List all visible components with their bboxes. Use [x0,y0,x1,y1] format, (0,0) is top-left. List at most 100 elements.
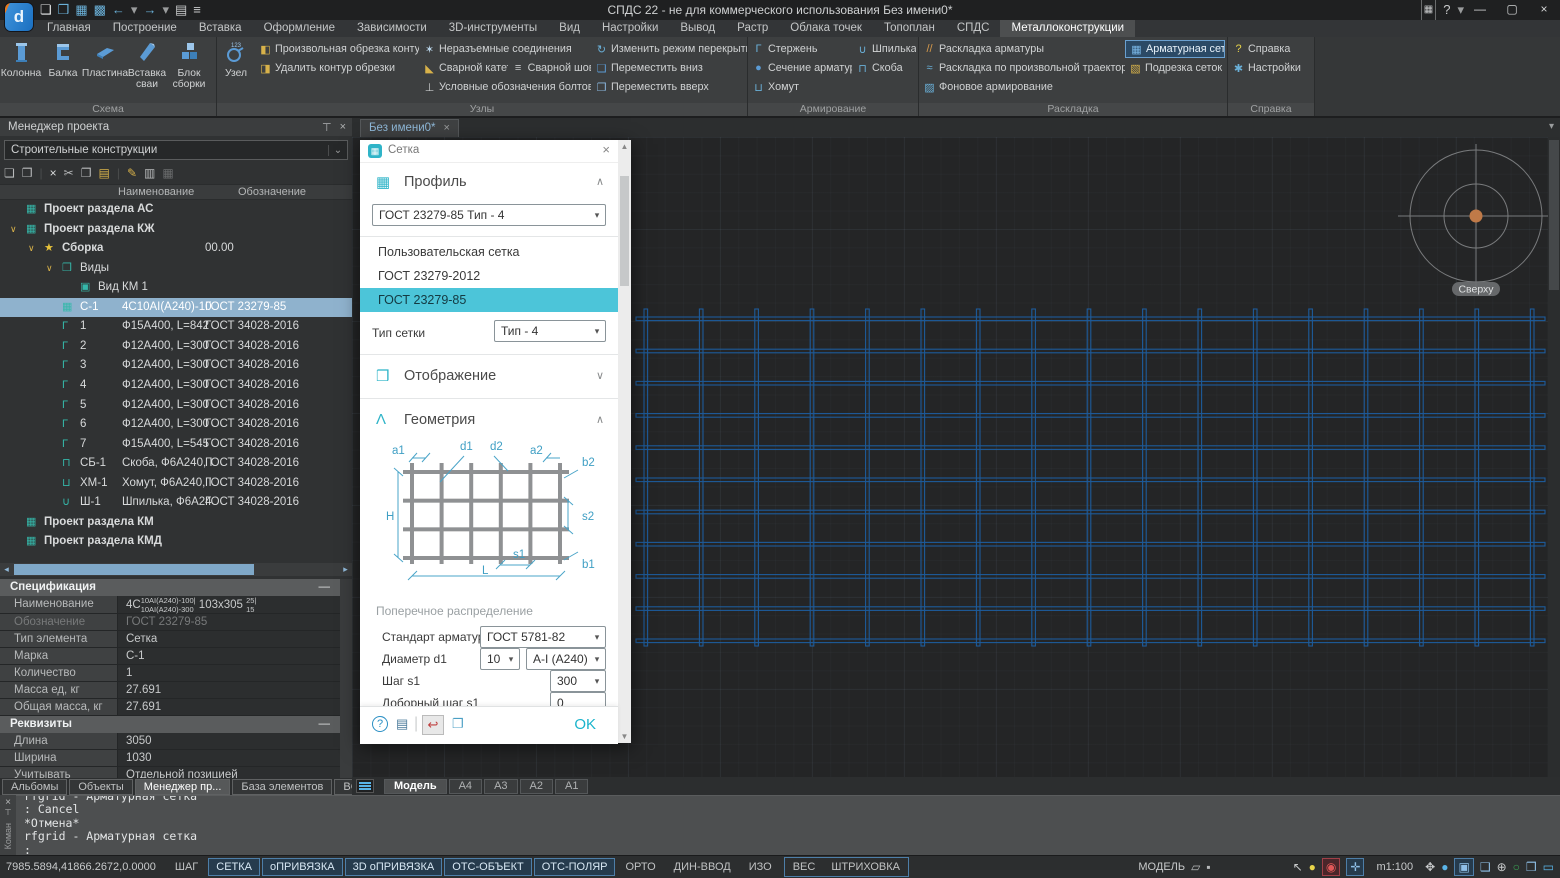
tree-row[interactable]: ▦ С-1 4С10АI(А240)-10 ГОСТ 23279-85 [0,297,352,318]
ribbon-item-Раскладка арматуры[interactable]: //Раскладка арматуры [919,40,1047,58]
zoom-window-icon[interactable]: ▣ [1454,858,1474,876]
close-button[interactable]: × [1528,0,1560,20]
model-tab-А4[interactable]: А4 [448,778,483,794]
tree-row[interactable]: ▦ Проект раздела АС [0,200,352,220]
chevron-expanded-icon[interactable]: ∨ [46,259,53,279]
chevron-down-icon[interactable]: ⌄ [328,144,347,156]
ribbon-item-Настройки[interactable]: ✱ Настройки [1228,59,1304,77]
ribbon-tab-Растр[interactable]: Растр [726,20,779,37]
model-tab-Модель[interactable]: Модель [384,778,447,794]
ribbon-tab-Зависимости[interactable]: Зависимости [346,20,438,37]
workspace-icon[interactable]: ▱ [1191,859,1200,875]
big-button-Пластина[interactable]: Пластина [82,37,128,101]
ribbon-tab-Вид[interactable]: Вид [548,20,591,37]
chevron-down-icon[interactable]: ▾ [503,654,519,665]
rebar-standard-combo[interactable]: ГОСТ 5781-82 ▾ [480,626,606,648]
ribbon-tab-СПДС[interactable]: СПДС [946,20,1001,37]
section-geometry[interactable]: Λ Геометрия ∧ [360,406,618,436]
tree-row[interactable]: ∨ ❒ Виды [0,259,352,279]
cut-icon[interactable]: ✂ [64,166,74,180]
panel-tab-Альбомы[interactable]: Альбомы [2,779,68,795]
ok-button[interactable]: OK [574,716,596,733]
command-line[interactable]: rfgrid - Арматурная сетка: Cancel *Отмена… [0,795,1560,856]
status-toggle-оПРИВЯЗКА[interactable]: оПРИВЯЗКА [262,858,343,876]
big-button-Вставка сваи[interactable]: Вставка сваи [126,37,168,101]
column-name[interactable]: Наименование [118,186,194,198]
ribbon-tab-Облака точек[interactable]: Облака точек [779,20,873,37]
dialog-close-icon[interactable]: × [602,142,610,157]
panel-tab-BCF[interactable]: BCF [334,779,352,795]
spec-value[interactable]: 4С10АI(А240)-100| 10АI(А240)-300 103х305 … [118,596,352,614]
copy-params-icon[interactable]: ❐ [452,716,464,732]
ribbon-item-Произвольная обрезка контура[interactable]: ◧ Произвольная обрезка контура [255,40,419,58]
profile-option-ГОСТ 23279-85[interactable]: ГОСТ 23279-85 [360,288,618,312]
canvas-scrollbar-thumb[interactable] [1549,140,1559,290]
chevron-expanded-icon[interactable]: ∨ [10,220,17,240]
spec-section-header[interactable]: Реквизиты — [0,716,352,733]
mesh-type-combo[interactable]: Тип - 4 ▾ [494,320,606,342]
profile-standard-combo[interactable]: ГОСТ 23279-85 Тип - 4 ▾ [372,204,606,226]
chevron-down-icon[interactable]: ∨ [596,369,604,382]
snap-marker-icon[interactable]: ◉ [1321,858,1341,876]
tree-row[interactable]: Γ 3 Ф12А400, L=300 ГОСТ 34028-2016 [0,356,352,376]
ribbon-item-Переместить вниз[interactable]: ❏ Переместить вниз [591,59,706,77]
ribbon-tab-Оформление[interactable]: Оформление [253,20,346,37]
chevron-expanded-icon[interactable]: ∨ [28,239,35,259]
status-toggle-ОТС-ПОЛЯР[interactable]: ОТС-ПОЛЯР [533,858,616,876]
scrollbar-thumb[interactable] [14,564,254,575]
tree-row[interactable]: Γ 2 Ф12А400, L=300 ГОСТ 34028-2016 [0,337,352,357]
spec-value[interactable]: 27.691 [118,699,352,715]
scroll-up-icon[interactable]: ▲ [618,142,631,151]
sheets-icon[interactable]: ❒ [1526,859,1537,875]
ribbon-item-Сварной шов[interactable]: ≡ Сварной шов [508,59,591,77]
section-profile[interactable]: ▦ Профиль ∧ [360,168,618,198]
tab-list-chevron-icon[interactable]: ▾ [1549,121,1554,132]
model-tab-А1[interactable]: А1 [555,778,589,794]
tree-row[interactable]: Γ 7 Ф15А400, L=545 ГОСТ 34028-2016 [0,435,352,455]
tree-row[interactable]: Γ 1 Ф15А400, L=842 ГОСТ 34028-2016 [0,317,352,337]
zoom-realtime-icon[interactable]: ● [1441,859,1448,875]
paste-icon[interactable]: ▤ [99,166,110,180]
maximize-button[interactable]: ▢ [1496,0,1528,20]
column-designation[interactable]: Обозначение [238,186,306,198]
diameter-combo[interactable]: 10 ▾ [480,648,520,670]
copy-icon[interactable]: ❐ [81,166,92,180]
ribbon-tab-Топоплан[interactable]: Топоплан [873,20,946,37]
lamp-icon[interactable]: ● [1309,859,1316,875]
collapse-icon[interactable]: — [319,579,331,596]
status-toggle-ОТС-ОБЪЕКТ[interactable]: ОТС-ОБЪЕКТ [444,858,532,876]
spec-value[interactable]: 1 [118,665,352,681]
status-toggle-ОРТО[interactable]: ОРТО [617,858,663,876]
ribbon-tab-3D-инструменты[interactable]: 3D-инструменты [438,20,548,37]
insert-to-spec-icon[interactable]: ↩ [422,715,444,735]
minimize-button[interactable]: — [1464,0,1496,20]
chevron-down-icon[interactable]: ▾ [589,676,605,687]
status-toggle-ВЕС[interactable]: ВЕС [785,858,824,876]
command-close-icon[interactable]: × [0,797,16,808]
tree-row[interactable]: ⊓ СБ-1 Скоба, Ф6А240, I ГОСТ 34028-2016 [0,454,352,474]
ribbon-tab-Вставка[interactable]: Вставка [188,20,253,37]
orbit-icon[interactable]: ⊕ [1497,859,1507,875]
model-tab-А3[interactable]: А3 [484,778,518,794]
dialog-help-icon[interactable]: ? [372,716,388,732]
spec-value[interactable]: С-1 [118,648,352,664]
layouts-icon[interactable] [356,779,374,793]
ribbon-item-Раскладка по произвольной траектории[interactable]: ≈ Раскладка по произвольной траектории [919,59,1125,77]
project-properties-icon[interactable]: ❒ [22,166,33,180]
scroll-right-icon[interactable]: ▸ [339,563,352,576]
chevron-down-icon[interactable]: ▾ [589,326,605,337]
new-section-icon[interactable]: ❏ [4,166,15,180]
ribbon-tab-Построение[interactable]: Построение [102,20,188,37]
chevron-down-icon[interactable]: ▾ [589,632,605,643]
chevron-up-icon[interactable]: ∧ [596,413,604,426]
rebar-class-combo[interactable]: А-I (А240) ▾ [526,648,606,670]
ribbon-tab-Главная[interactable]: Главная [36,20,102,37]
big-button-Колонна[interactable]: Колонна [0,37,42,101]
ribbon-tab-Металлоконструкции[interactable]: Металлоконструкции [1000,20,1136,37]
ribbon-item-Сварной катет[interactable]: ◣ Сварной катет [419,59,507,77]
dialog-scrollbar[interactable]: ▲ ▼ [618,140,631,743]
ribbon-item-Изменить режим перекрытия[interactable]: ↻ Изменить режим перекрытия [591,40,747,58]
status-toggle-СЕТКА[interactable]: СЕТКА [208,858,260,876]
scroll-down-icon[interactable]: ▼ [618,732,631,741]
spec-value[interactable]: Отдельной позицией [118,767,352,778]
